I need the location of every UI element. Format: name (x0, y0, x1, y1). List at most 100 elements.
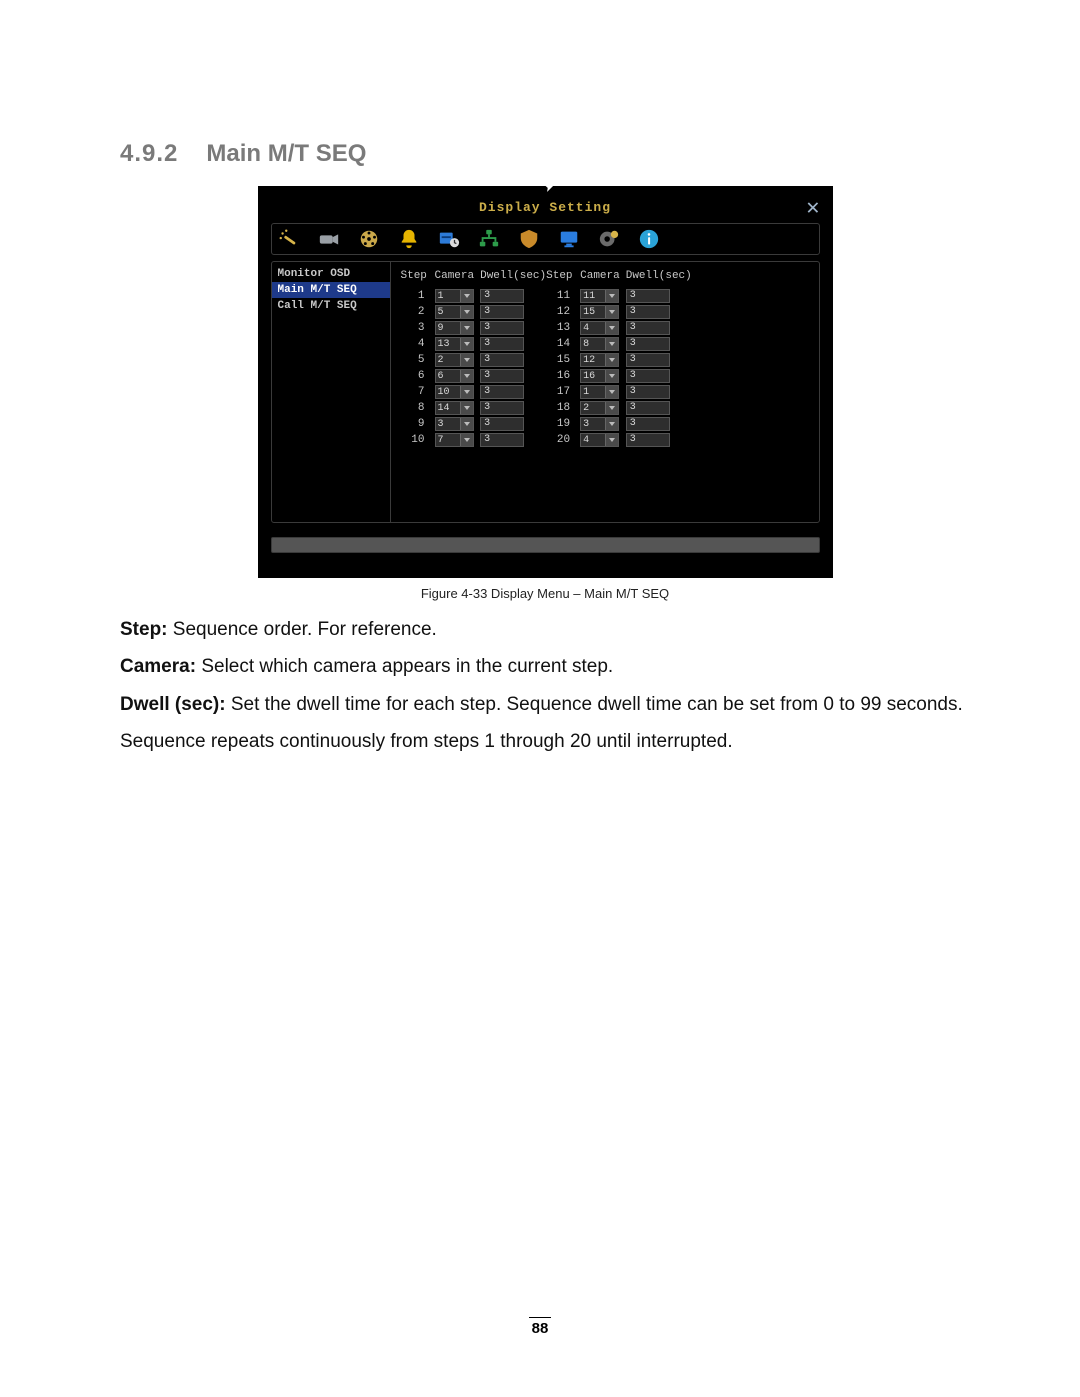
dwell-input[interactable]: 3 (626, 369, 670, 383)
step-number: 1 (401, 290, 429, 302)
col-camera: Camera (435, 270, 481, 288)
camera-select[interactable]: 8 (580, 337, 619, 351)
camera-select[interactable]: 12 (580, 353, 619, 367)
step-number: 5 (401, 354, 429, 366)
dwell-input[interactable]: 3 (480, 401, 524, 415)
col-dwell2: Dwell(sec) (626, 270, 698, 288)
dwell-input[interactable]: 3 (626, 321, 670, 335)
chevron-down-icon[interactable] (460, 418, 473, 430)
close-icon[interactable]: ✕ (806, 195, 819, 221)
camera-select[interactable]: 13 (435, 337, 474, 351)
camera-value: 13 (436, 339, 460, 350)
settings-icon[interactable] (598, 228, 620, 250)
step-number: 11 (546, 290, 574, 302)
chevron-down-icon[interactable] (605, 306, 618, 318)
dvr-sidebar: Monitor OSD Main M/T SEQ Call M/T SEQ (272, 262, 391, 522)
dwell-input[interactable]: 3 (480, 337, 524, 351)
dwell-input[interactable]: 3 (626, 433, 670, 447)
chevron-down-icon[interactable] (460, 434, 473, 446)
step-number: 13 (546, 322, 574, 334)
cursor-icon: ➤ (542, 177, 558, 199)
schedule-icon[interactable] (438, 228, 460, 250)
camera-select[interactable]: 6 (435, 369, 474, 383)
chevron-down-icon[interactable] (460, 402, 473, 414)
camera-value: 12 (581, 355, 605, 366)
dwell-input[interactable]: 3 (626, 385, 670, 399)
seq-row: 41331483 (401, 336, 698, 352)
camera-select[interactable]: 15 (580, 305, 619, 319)
chevron-down-icon[interactable] (460, 290, 473, 302)
camera-select[interactable]: 5 (435, 305, 474, 319)
step-number: 18 (546, 402, 574, 414)
camera-value: 15 (581, 307, 605, 318)
sidebar-item-monitor-osd[interactable]: Monitor OSD (272, 266, 390, 282)
bell-icon[interactable] (398, 228, 420, 250)
camera-select[interactable]: 14 (435, 401, 474, 415)
chevron-down-icon[interactable] (460, 338, 473, 350)
camera-select[interactable]: 9 (435, 321, 474, 335)
chevron-down-icon[interactable] (605, 290, 618, 302)
monitor-icon[interactable] (558, 228, 580, 250)
dwell-input[interactable]: 3 (626, 353, 670, 367)
chevron-down-icon[interactable] (605, 434, 618, 446)
chevron-down-icon[interactable] (460, 306, 473, 318)
dwell-input[interactable]: 3 (480, 385, 524, 399)
reel-icon[interactable] (358, 228, 380, 250)
camera-value: 9 (436, 323, 460, 334)
camera-value: 3 (436, 419, 460, 430)
dwell-input[interactable]: 3 (626, 337, 670, 351)
dwell-input[interactable]: 3 (480, 417, 524, 431)
camera-select[interactable]: 10 (435, 385, 474, 399)
chevron-down-icon[interactable] (605, 322, 618, 334)
chevron-down-icon[interactable] (605, 354, 618, 366)
dwell-input[interactable]: 3 (626, 417, 670, 431)
chevron-down-icon[interactable] (605, 402, 618, 414)
step-number: 9 (401, 418, 429, 430)
camera-select[interactable]: 3 (580, 417, 619, 431)
camera-select[interactable]: 1 (435, 289, 474, 303)
chevron-down-icon[interactable] (605, 338, 618, 350)
dvr-toolbar (271, 223, 820, 255)
camera-select[interactable]: 16 (580, 369, 619, 383)
camera-select[interactable]: 3 (435, 417, 474, 431)
seq-row: 66316163 (401, 368, 698, 384)
text-step: Sequence order. For reference. (168, 619, 437, 640)
dwell-input[interactable]: 3 (480, 305, 524, 319)
step-number: 14 (546, 338, 574, 350)
col-camera2: Camera (580, 270, 626, 288)
network-icon[interactable] (478, 228, 500, 250)
dwell-input[interactable]: 3 (626, 401, 670, 415)
dwell-input[interactable]: 3 (626, 305, 670, 319)
wand-icon[interactable] (278, 228, 300, 250)
dwell-input[interactable]: 3 (480, 321, 524, 335)
text-dwell: Set the dwell time for each step. Sequen… (226, 694, 963, 715)
dvr-window: ➤ Display Setting ✕ Monitor OSD (258, 186, 833, 578)
camera-select[interactable]: 7 (435, 433, 474, 447)
info-icon[interactable] (638, 228, 660, 250)
dwell-input[interactable]: 3 (480, 369, 524, 383)
chevron-down-icon[interactable] (460, 322, 473, 334)
chevron-down-icon[interactable] (605, 386, 618, 398)
chevron-down-icon[interactable] (460, 370, 473, 382)
dwell-input[interactable]: 3 (480, 353, 524, 367)
dwell-input[interactable]: 3 (480, 289, 524, 303)
chevron-down-icon[interactable] (460, 386, 473, 398)
dvr-scrollbar[interactable] (271, 537, 820, 553)
camera-select[interactable]: 4 (580, 433, 619, 447)
camera-select[interactable]: 2 (580, 401, 619, 415)
sidebar-item-main-mt-seq[interactable]: Main M/T SEQ (272, 282, 390, 298)
camera-value: 1 (436, 291, 460, 302)
sidebar-item-call-mt-seq[interactable]: Call M/T SEQ (272, 298, 390, 314)
dwell-input[interactable]: 3 (626, 289, 670, 303)
dwell-input[interactable]: 3 (480, 433, 524, 447)
text-repeat: Sequence repeats continuously from steps… (120, 731, 733, 752)
chevron-down-icon[interactable] (605, 370, 618, 382)
camera-select[interactable]: 1 (580, 385, 619, 399)
camera-select[interactable]: 2 (435, 353, 474, 367)
alarm-badge-icon[interactable] (518, 228, 540, 250)
camera-icon[interactable] (318, 228, 340, 250)
camera-select[interactable]: 4 (580, 321, 619, 335)
chevron-down-icon[interactable] (460, 354, 473, 366)
camera-select[interactable]: 11 (580, 289, 619, 303)
chevron-down-icon[interactable] (605, 418, 618, 430)
